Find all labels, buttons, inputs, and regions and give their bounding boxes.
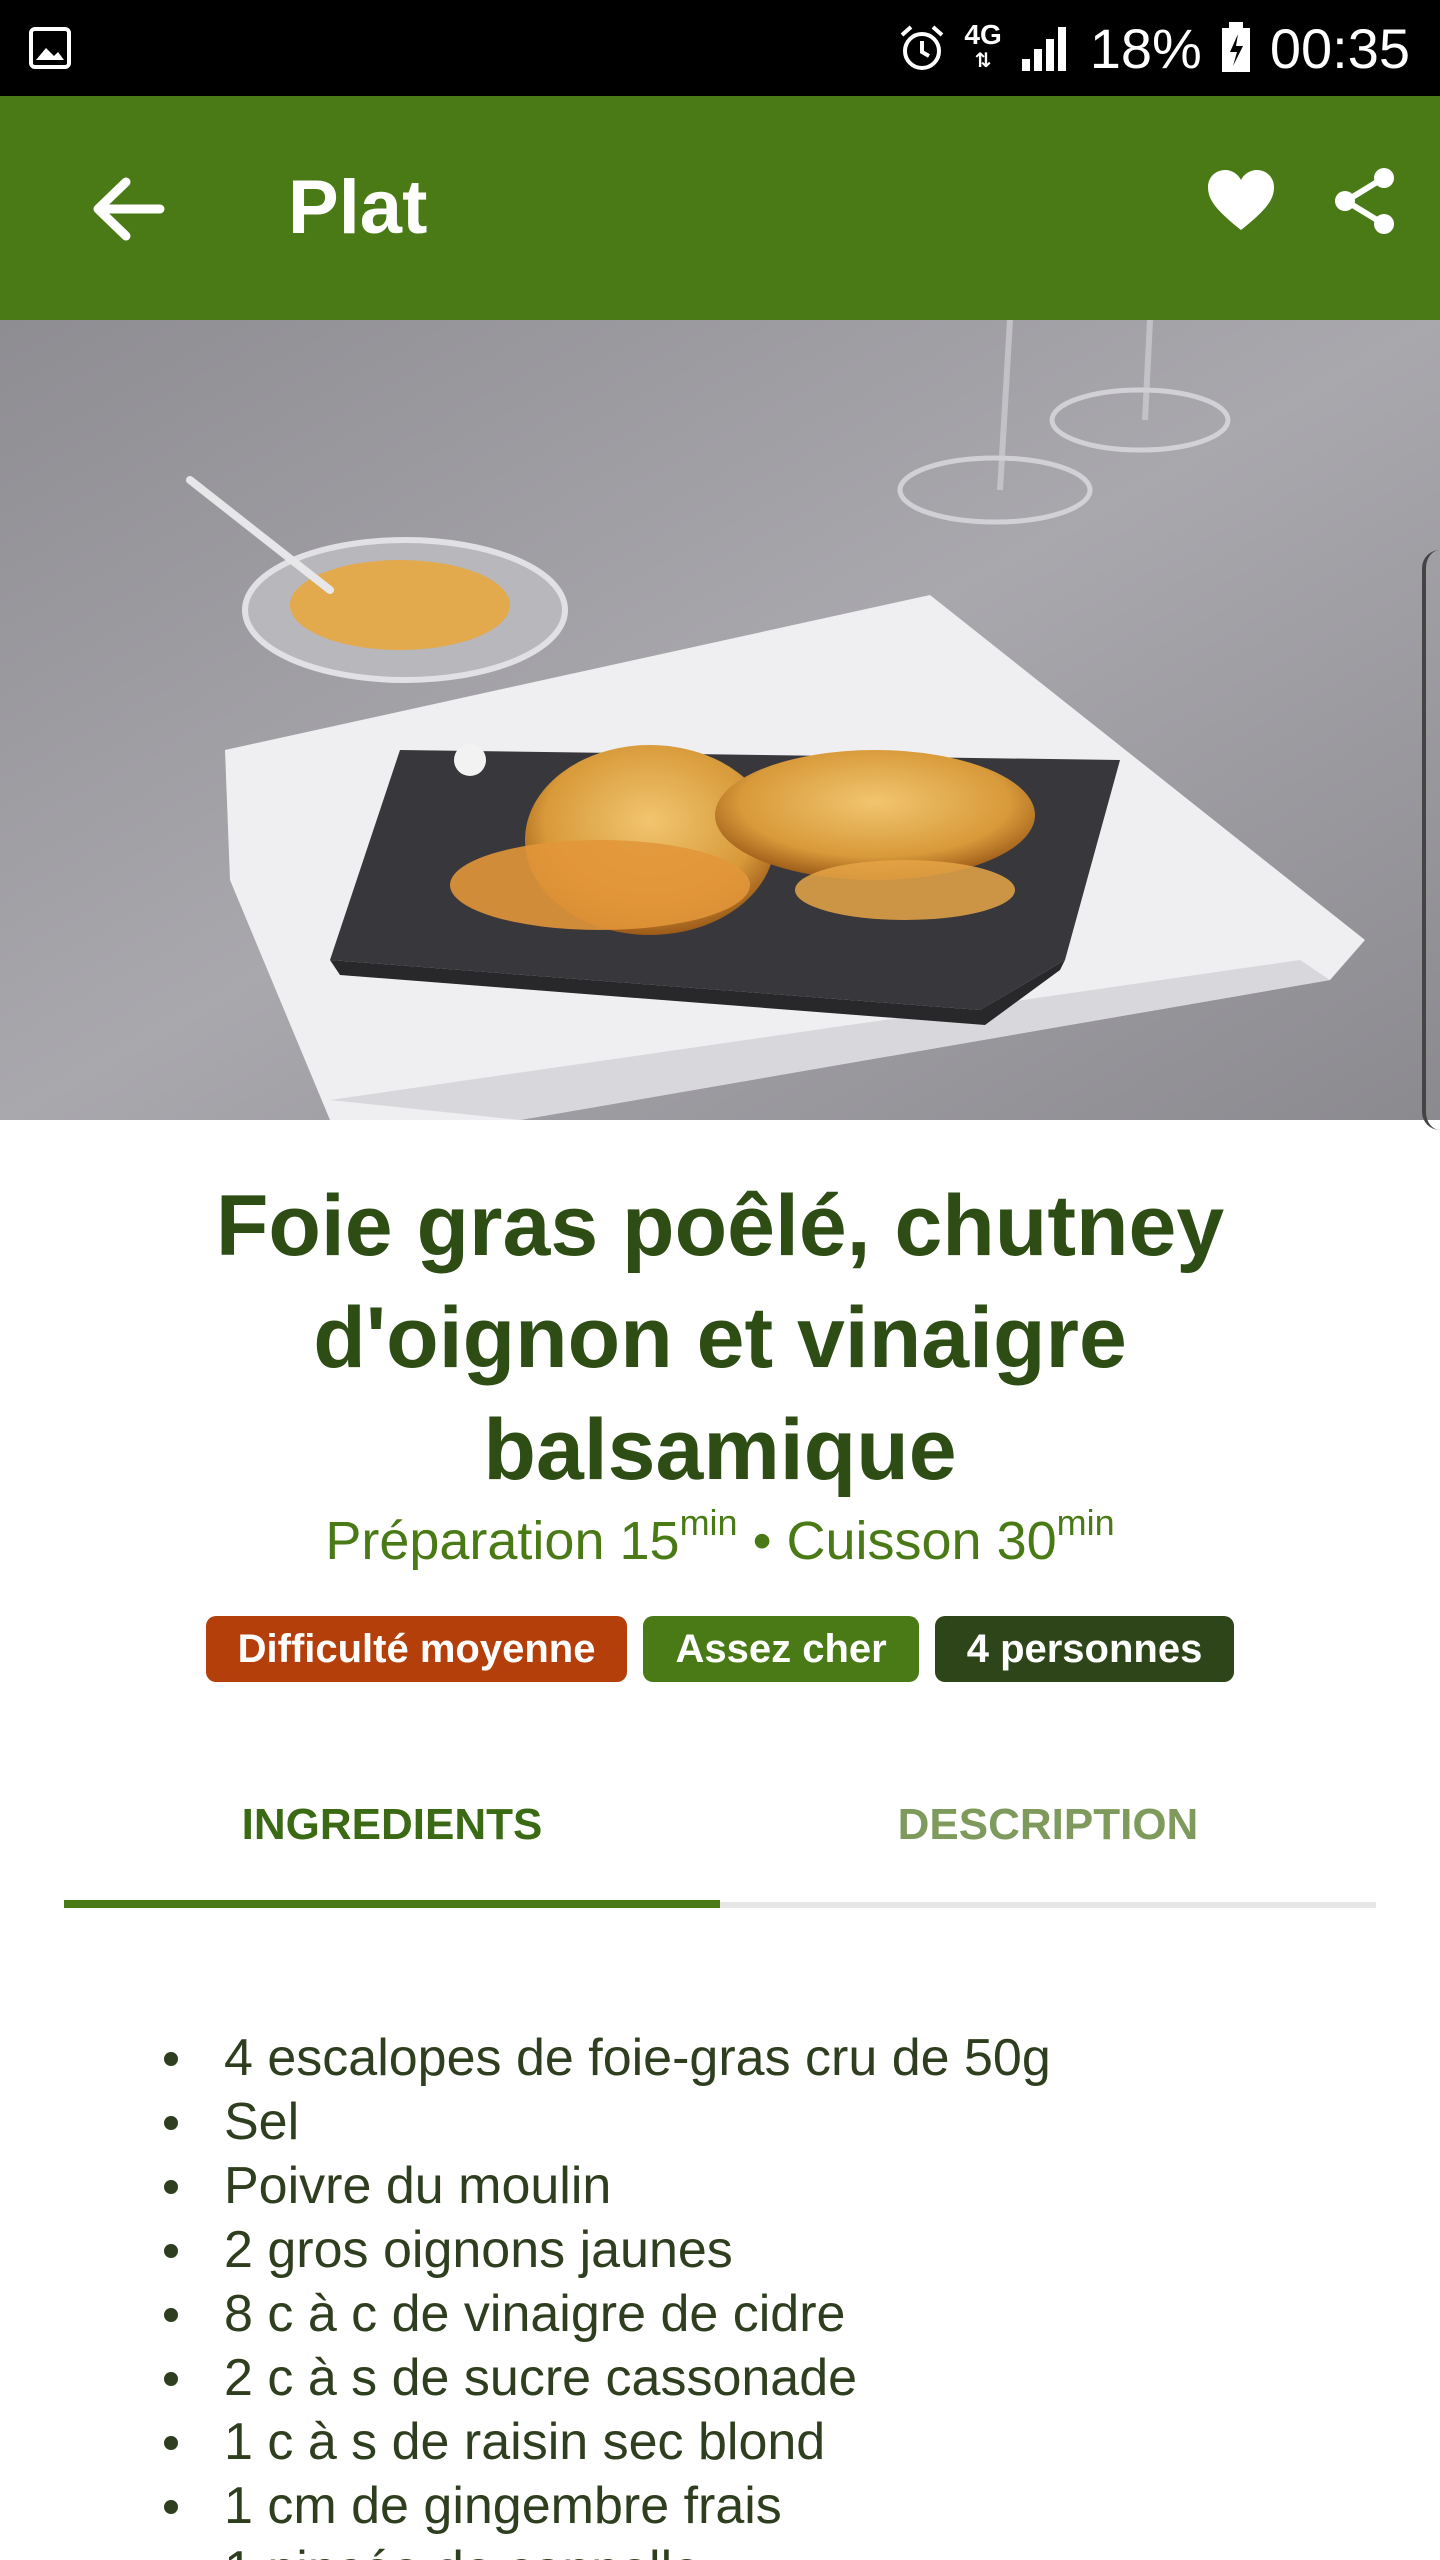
- app-bar: Plat: [0, 96, 1440, 320]
- price-badge: Assez cher: [643, 1616, 919, 1682]
- recipe-badges: Difficulté moyenne Assez cher 4 personne…: [0, 1616, 1440, 1682]
- tab-selected-indicator: [64, 1900, 720, 1908]
- favorite-button[interactable]: [1206, 168, 1276, 234]
- network-arrows-icon: 4G ⇅: [964, 19, 1002, 73]
- side-panel-handle[interactable]: [1422, 550, 1440, 1130]
- recipe-photo: [0, 320, 1440, 1120]
- alarm-icon: [901, 25, 944, 70]
- cooking-unit: min: [1056, 1502, 1115, 1543]
- page-title: Plat: [288, 165, 428, 250]
- heart-icon: [1208, 170, 1274, 230]
- tab-ingredients[interactable]: INGREDIENTS: [64, 1770, 720, 1900]
- list-item: 2 gros oignons jaunes: [0, 2218, 1440, 2282]
- preparation-time: Préparation 15: [325, 1511, 680, 1571]
- recipe-title: Foie gras poêlé, chutney d'oignon et vin…: [215, 1178, 1225, 1498]
- list-item: 1 cm de gingembre frais: [0, 2474, 1440, 2538]
- list-item: 2 c à s de sucre cassonade: [0, 2346, 1440, 2410]
- list-item: 1 pincée de cannelle: [0, 2538, 1440, 2560]
- share-button[interactable]: [1332, 166, 1398, 236]
- ingredients-list: 4 escalopes de foie-gras cru de 50g Sel …: [0, 2026, 1440, 2560]
- status-bar: 4G ⇅ 18% 00:35: [0, 0, 1440, 96]
- battery-percentage: 18%: [1089, 16, 1202, 80]
- battery-icon: [1221, 22, 1250, 72]
- difficulty-badge: Difficulté moyenne: [205, 1616, 628, 1682]
- preparation-unit: min: [679, 1502, 738, 1543]
- signal-icon: [1021, 27, 1066, 71]
- back-button[interactable]: [88, 174, 168, 244]
- list-item: Sel: [0, 2090, 1440, 2154]
- gallery-icon: [29, 27, 71, 69]
- share-icon: [1335, 168, 1394, 234]
- back-arrow-icon: [93, 177, 165, 241]
- recipe-timing: Préparation 15min • Cuisson 30min: [0, 1502, 1440, 1572]
- timing-separator: •: [737, 1511, 787, 1571]
- cooking-time: Cuisson 30: [786, 1511, 1057, 1571]
- foie-gras-dish-image: [0, 320, 1440, 1120]
- recipe-tabs: INGREDIENTS DESCRIPTION: [64, 1770, 1376, 1910]
- tab-description[interactable]: DESCRIPTION: [720, 1770, 1376, 1900]
- list-item: Poivre du moulin: [0, 2154, 1440, 2218]
- clock: 00:35: [1269, 16, 1410, 80]
- network-type: 4G: [964, 19, 1002, 50]
- list-item: 1 c à s de raisin sec blond: [0, 2410, 1440, 2474]
- servings-badge: 4 personnes: [934, 1616, 1235, 1682]
- list-item: 4 escalopes de foie-gras cru de 50g: [0, 2026, 1440, 2090]
- list-item: 8 c à c de vinaigre de cidre: [0, 2282, 1440, 2346]
